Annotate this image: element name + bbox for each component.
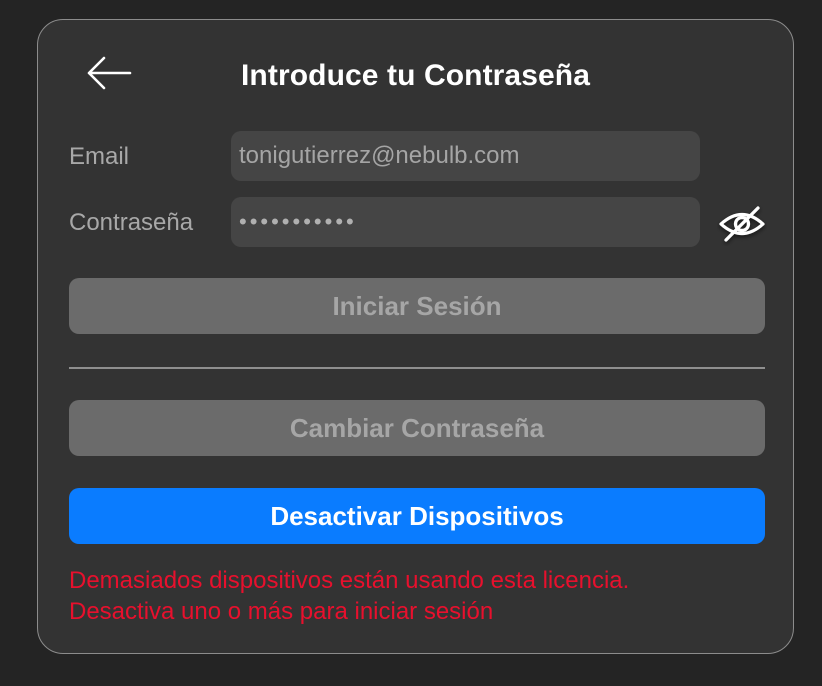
dialog-title: Introduce tu Contraseña <box>241 59 590 92</box>
password-field[interactable] <box>231 197 700 247</box>
toggle-password-visibility-button[interactable] <box>717 202 767 246</box>
password-label: Contraseña <box>69 209 194 236</box>
change-password-button[interactable]: Cambiar Contraseña <box>69 400 765 456</box>
deactivate-devices-button[interactable]: Desactivar Dispositivos <box>69 488 765 544</box>
email-label: Email <box>69 143 130 170</box>
error-line-2: Desactiva uno o más para iniciar sesión <box>69 598 494 625</box>
login-button[interactable]: Iniciar Sesión <box>69 278 765 334</box>
email-field[interactable] <box>231 131 700 181</box>
eye-slash-icon <box>719 206 765 242</box>
divider <box>69 367 765 369</box>
error-line-1: Demasiados dispositivos están usando est… <box>69 567 630 594</box>
password-dialog: Introduce tu Contraseña Email Contraseña… <box>37 19 794 654</box>
error-message: Demasiados dispositivos están usando est… <box>69 565 629 627</box>
